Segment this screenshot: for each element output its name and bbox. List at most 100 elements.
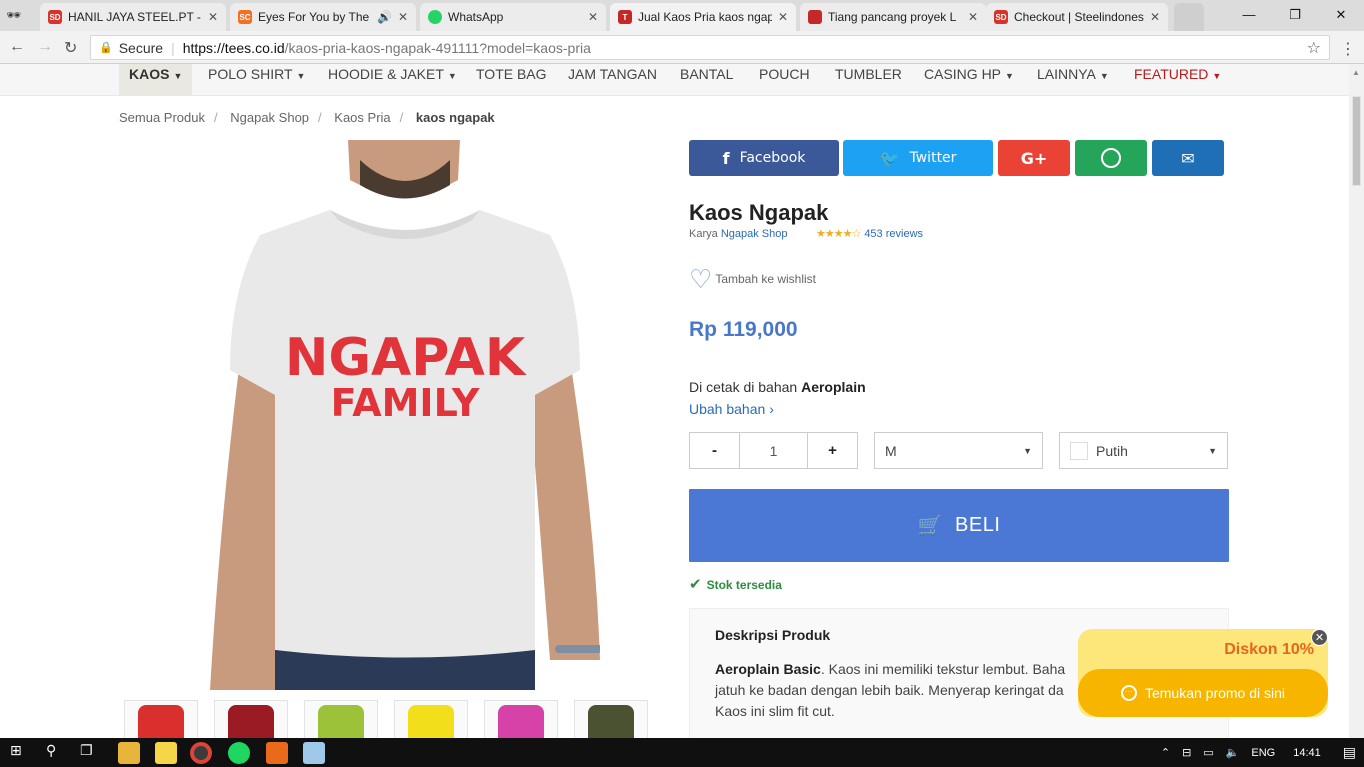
clock[interactable]: 14:41 bbox=[1293, 747, 1321, 759]
nav-jam-tangan[interactable]: JAM TANGAN bbox=[558, 64, 667, 96]
shop-link[interactable]: Ngapak Shop bbox=[721, 228, 788, 240]
color-value: Putih bbox=[1096, 442, 1128, 459]
browser-menu-icon[interactable]: ⋮ bbox=[1340, 39, 1356, 59]
browser-tab-whatsapp[interactable]: WhatsApp ✕ bbox=[420, 3, 606, 31]
thumbnail-shirt bbox=[228, 705, 274, 738]
sticky-notes-icon[interactable] bbox=[155, 742, 177, 764]
nav-polo-shirt[interactable]: POLO SHIRT ▼ bbox=[198, 64, 315, 96]
nav-featured[interactable]: FEATURED ▼ bbox=[1124, 64, 1231, 96]
color-thumbnails bbox=[124, 700, 654, 738]
share-facebook-button[interactable]: f Facebook bbox=[689, 140, 839, 176]
close-tab-icon[interactable]: ✕ bbox=[588, 10, 598, 24]
size-value: M bbox=[885, 442, 897, 459]
share-label: Facebook bbox=[739, 150, 806, 166]
new-tab-button[interactable] bbox=[1174, 3, 1204, 31]
change-material-link[interactable]: Ubah bahan › bbox=[689, 401, 774, 417]
breadcrumb-link[interactable]: Kaos Pria bbox=[334, 110, 390, 125]
nav-tumbler[interactable]: TUMBLER bbox=[825, 64, 912, 96]
thumbnail-olive[interactable] bbox=[574, 700, 648, 738]
nav-lainnya[interactable]: LAINNYA ▼ bbox=[1027, 64, 1119, 96]
breadcrumb-link[interactable]: Ngapak Shop bbox=[230, 110, 309, 125]
browser-tab-soundcloud[interactable]: SC Eyes For You by The A 🔊 ✕ bbox=[230, 3, 416, 31]
network-icon[interactable]: ⊟ bbox=[1182, 746, 1191, 759]
reviews-link[interactable]: 453 reviews bbox=[864, 228, 923, 240]
language-indicator[interactable]: ENG bbox=[1251, 747, 1275, 759]
nav-label: POLO SHIRT bbox=[208, 66, 293, 82]
product-photo[interactable]: NGAPAK FAMILY bbox=[210, 140, 600, 690]
whatsapp-favicon-icon bbox=[428, 10, 442, 24]
browser-tab-checkout[interactable]: SD Checkout | Steelindones ✕ bbox=[986, 3, 1168, 31]
search-icon[interactable]: ⚲ bbox=[46, 742, 56, 759]
nav-hoodie-jaket[interactable]: HOODIE & JAKET ▼ bbox=[318, 64, 467, 96]
bookmark-star-icon[interactable]: ☆ bbox=[1307, 38, 1321, 58]
wishlist-button[interactable]: ♡ Tambah ke wishlist bbox=[689, 266, 816, 292]
breadcrumb-link[interactable]: Semua Produk bbox=[119, 110, 205, 125]
page-scrollbar[interactable]: ▲ bbox=[1349, 64, 1364, 738]
share-whatsapp-button[interactable] bbox=[1075, 140, 1147, 176]
volume-icon[interactable]: 🔈 bbox=[1226, 746, 1240, 759]
battery-icon[interactable]: ▭ bbox=[1203, 746, 1213, 759]
url-bar[interactable]: 🔒 Secure | https://tees.co.id /kaos-pria… bbox=[90, 35, 1330, 60]
close-tab-icon[interactable]: ✕ bbox=[1150, 10, 1160, 24]
scrollbar-thumb[interactable] bbox=[1352, 96, 1361, 186]
nav-kaos[interactable]: KAOS ▼ bbox=[119, 64, 193, 96]
thumbnail-pink[interactable] bbox=[484, 700, 558, 738]
speaker-icon[interactable]: 🔊 bbox=[377, 10, 392, 24]
scroll-up-icon[interactable]: ▲ bbox=[1352, 68, 1360, 77]
thumbnail-lime[interactable] bbox=[304, 700, 378, 738]
chrome-icon[interactable] bbox=[190, 742, 212, 764]
share-google-plus-button[interactable]: G+ bbox=[998, 140, 1070, 176]
close-tab-icon[interactable]: ✕ bbox=[778, 10, 788, 24]
notepad-icon[interactable] bbox=[303, 742, 325, 764]
nav-label: HOODIE & JAKET bbox=[328, 66, 444, 82]
material-prefix: Di cetak di bahan bbox=[689, 379, 798, 395]
product-rating[interactable]: ★★★★☆ 453 reviews bbox=[816, 227, 923, 240]
tab-title: Checkout | Steelindones bbox=[1014, 10, 1144, 24]
back-icon[interactable]: ← bbox=[9, 38, 25, 56]
close-tab-icon[interactable]: ✕ bbox=[398, 10, 408, 24]
browser-tab-tees[interactable]: T Jual Kaos Pria kaos ngap ✕ bbox=[610, 3, 796, 31]
qty-decrease-button[interactable]: - bbox=[690, 433, 739, 468]
action-center-icon[interactable]: ▤ bbox=[1343, 744, 1356, 761]
task-view-icon[interactable]: ❐ bbox=[80, 742, 93, 759]
nav-tote-bag[interactable]: TOTE BAG bbox=[466, 64, 557, 96]
qty-input[interactable]: 1 bbox=[739, 433, 808, 468]
lock-icon: 🔒 bbox=[99, 42, 113, 54]
size-select[interactable]: M ▼ bbox=[874, 432, 1043, 469]
caret-down-icon: ▼ bbox=[296, 71, 306, 81]
close-tab-icon[interactable]: ✕ bbox=[208, 10, 218, 24]
material-line: Di cetak di bahan Aeroplain bbox=[689, 379, 866, 395]
file-explorer-icon[interactable] bbox=[118, 742, 140, 764]
tray-chevron-icon[interactable]: ⌃ bbox=[1161, 746, 1170, 759]
tab-title: Eyes For You by The A bbox=[258, 10, 371, 24]
forward-icon[interactable]: → bbox=[37, 38, 53, 56]
reload-icon[interactable]: ↻ bbox=[64, 38, 77, 58]
maximize-icon[interactable]: ❐ bbox=[1272, 0, 1318, 31]
close-window-icon[interactable]: ✕ bbox=[1318, 0, 1364, 31]
stock-status: ✔ Stok tersedia bbox=[689, 575, 782, 593]
browser-tab-tiang[interactable]: Tiang pancang proyek L ✕ bbox=[800, 3, 986, 31]
shirt-print-line2: FAMILY bbox=[331, 381, 480, 425]
thumbnail-red[interactable] bbox=[124, 700, 198, 738]
share-email-button[interactable]: ✉ bbox=[1152, 140, 1224, 176]
minimize-icon[interactable]: — bbox=[1226, 0, 1272, 31]
promo-button[interactable]: ··· Temukan promo di sini bbox=[1078, 669, 1328, 717]
tab-title: HANIL JAYA STEEL.PT - S bbox=[68, 10, 202, 24]
windows-start-icon[interactable]: ⊞ bbox=[10, 742, 22, 759]
qty-increase-button[interactable]: + bbox=[808, 433, 857, 468]
browser-tab-hanil[interactable]: SD HANIL JAYA STEEL.PT - S ✕ bbox=[40, 3, 226, 31]
nav-label: TOTE BAG bbox=[476, 66, 547, 82]
buy-button[interactable]: 🛒 BELI bbox=[689, 489, 1229, 562]
nav-label: FEATURED bbox=[1134, 66, 1209, 82]
thumbnail-yellow[interactable] bbox=[394, 700, 468, 738]
sublime-text-icon[interactable] bbox=[266, 742, 288, 764]
share-twitter-button[interactable]: 🐦 Twitter bbox=[843, 140, 993, 176]
nav-casing-hp[interactable]: CASING HP ▼ bbox=[914, 64, 1024, 96]
close-tab-icon[interactable]: ✕ bbox=[968, 10, 978, 24]
color-select[interactable]: Putih ▼ bbox=[1059, 432, 1228, 469]
nav-pouch[interactable]: POUCH bbox=[749, 64, 820, 96]
nav-bantal[interactable]: BANTAL bbox=[670, 64, 743, 96]
thumbnail-maroon[interactable] bbox=[214, 700, 288, 738]
promo-close-icon[interactable]: ✕ bbox=[1311, 629, 1328, 646]
spotify-icon[interactable] bbox=[228, 742, 250, 764]
